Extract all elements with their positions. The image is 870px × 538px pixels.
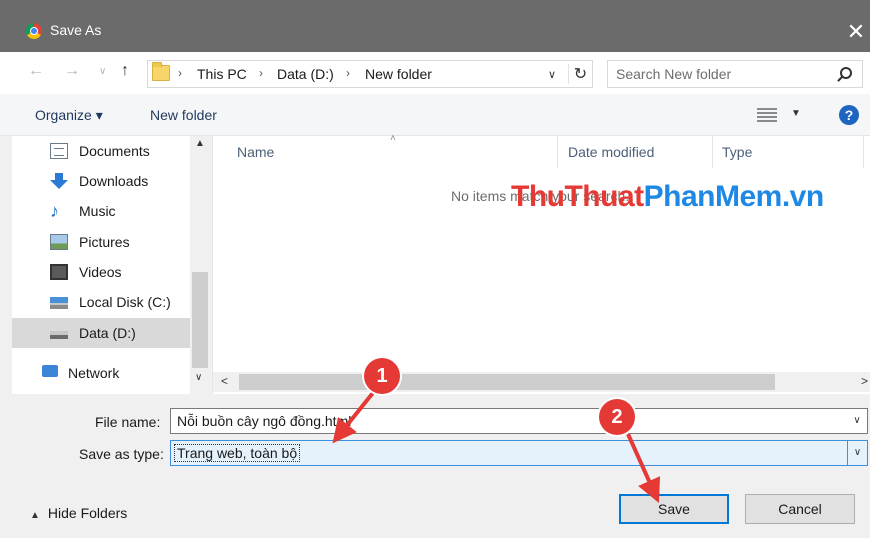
window-title: Save As [50,22,102,38]
search-icon[interactable] [840,67,852,79]
crumb-separator[interactable]: › [346,66,350,80]
nav-item-label: Pictures [79,234,130,250]
address-box[interactable]: › This PC › Data (D:) › New folder ∨ ↻ [147,60,593,88]
file-list-pane[interactable]: ˄ Name Date modified Type No items match… [212,133,870,394]
column-header-name[interactable]: Name [213,136,557,168]
local-disk-icon [50,297,68,309]
save-as-type-select[interactable]: Trang web, toàn bộ ∨ [170,440,868,466]
address-bar: ← → ∨ ↑ › This PC › Data (D:) › New fold… [0,52,870,94]
filename-field[interactable]: Nỗi buồn cây ngô đồng.html ∨ [170,408,868,434]
watermark: ThuThuatPhanMem.vn [511,180,824,213]
filename-value[interactable]: Nỗi buồn cây ngô đồng.html [177,413,351,429]
command-toolbar: Organize ▾ New folder ▼ [0,94,870,136]
save-as-type-label: Save as type: [79,446,164,462]
navigation-pane: Documents Downloads ♪ Music Pictures Vid… [12,136,210,394]
downloads-icon [50,173,68,189]
nav-item-network[interactable]: Network [12,358,190,388]
nav-item-label: Network [68,365,120,381]
network-icon [42,365,58,377]
nav-item-label: Downloads [79,173,149,189]
recent-locations-button[interactable]: ∨ [99,66,106,77]
scroll-thumb[interactable] [192,272,208,368]
chrome-icon [26,23,42,39]
hide-folders-button[interactable]: ▲ Hide Folders [30,505,127,521]
view-dropdown-icon[interactable]: ▼ [791,108,801,119]
nav-item-label: Documents [79,143,150,159]
nav-item-local-disk[interactable]: Local Disk (C:) [12,287,190,317]
folder-icon [152,62,170,81]
crumb-separator[interactable]: › [178,66,182,80]
forward-button[interactable]: → [64,62,80,80]
nav-item-label: Data (D:) [79,325,136,341]
nav-item-label: Local Disk (C:) [79,294,171,310]
column-divider[interactable] [863,136,864,168]
back-button[interactable]: ← [28,62,44,80]
search-box[interactable] [607,60,863,88]
view-options-icon[interactable] [757,108,777,122]
crumb-separator[interactable]: › [259,66,263,80]
nav-item-data-drive[interactable]: Data (D:) [12,318,190,348]
save-form: File name: Nỗi buồn cây ngô đồng.html ∨ … [0,394,870,538]
crumb-data-d[interactable]: Data (D:) [277,66,334,82]
videos-icon [50,264,68,280]
title-bar: Save As ✕ [0,0,870,52]
cancel-button[interactable]: Cancel [745,494,855,524]
up-button[interactable]: ↑ [121,62,129,80]
refresh-icon[interactable]: ↻ [568,64,592,84]
save-button[interactable]: Save [619,494,729,524]
documents-icon [50,143,68,159]
column-header-type[interactable]: Type [713,136,863,168]
scroll-left-icon[interactable]: < [221,374,228,388]
pictures-icon [50,234,68,250]
search-input[interactable] [616,65,826,83]
nav-scrollbar[interactable]: ▲ ∨ [190,136,210,394]
scroll-up-icon[interactable]: ▲ [195,138,205,149]
nav-item-pictures[interactable]: Pictures [12,227,190,257]
nav-item-music[interactable]: ♪ Music [12,196,190,226]
nav-item-label: Videos [79,264,122,280]
scroll-thumb[interactable] [239,374,775,390]
new-folder-button[interactable]: New folder [150,107,217,123]
organize-button[interactable]: Organize ▾ [35,107,103,124]
horizontal-scrollbar[interactable]: < > [213,372,870,392]
music-icon: ♪ [50,201,59,221]
column-header-date-modified[interactable]: Date modified [558,136,712,168]
help-icon[interactable]: ? [839,105,859,125]
scroll-down-icon[interactable]: ∨ [195,372,202,383]
nav-item-documents[interactable]: Documents [12,136,190,166]
annotation-marker-2: 2 [599,399,635,435]
nav-item-downloads[interactable]: Downloads [12,166,190,196]
scroll-right-icon[interactable]: > [861,374,868,388]
chevron-down-icon[interactable]: ∨ [847,441,867,465]
caret-up-icon: ▲ [30,510,40,521]
chevron-down-icon[interactable]: ∨ [847,409,867,433]
close-button[interactable]: ✕ [842,14,870,50]
crumb-this-pc[interactable]: This PC [197,66,247,82]
chevron-down-icon[interactable]: ∨ [548,68,556,81]
filename-label: File name: [95,414,161,430]
nav-item-label: Music [79,203,116,219]
data-drive-icon [50,331,68,339]
annotation-marker-1: 1 [364,358,400,394]
nav-item-videos[interactable]: Videos [12,257,190,287]
crumb-new-folder[interactable]: New folder [365,66,432,82]
save-as-type-value[interactable]: Trang web, toàn bộ [174,444,301,462]
